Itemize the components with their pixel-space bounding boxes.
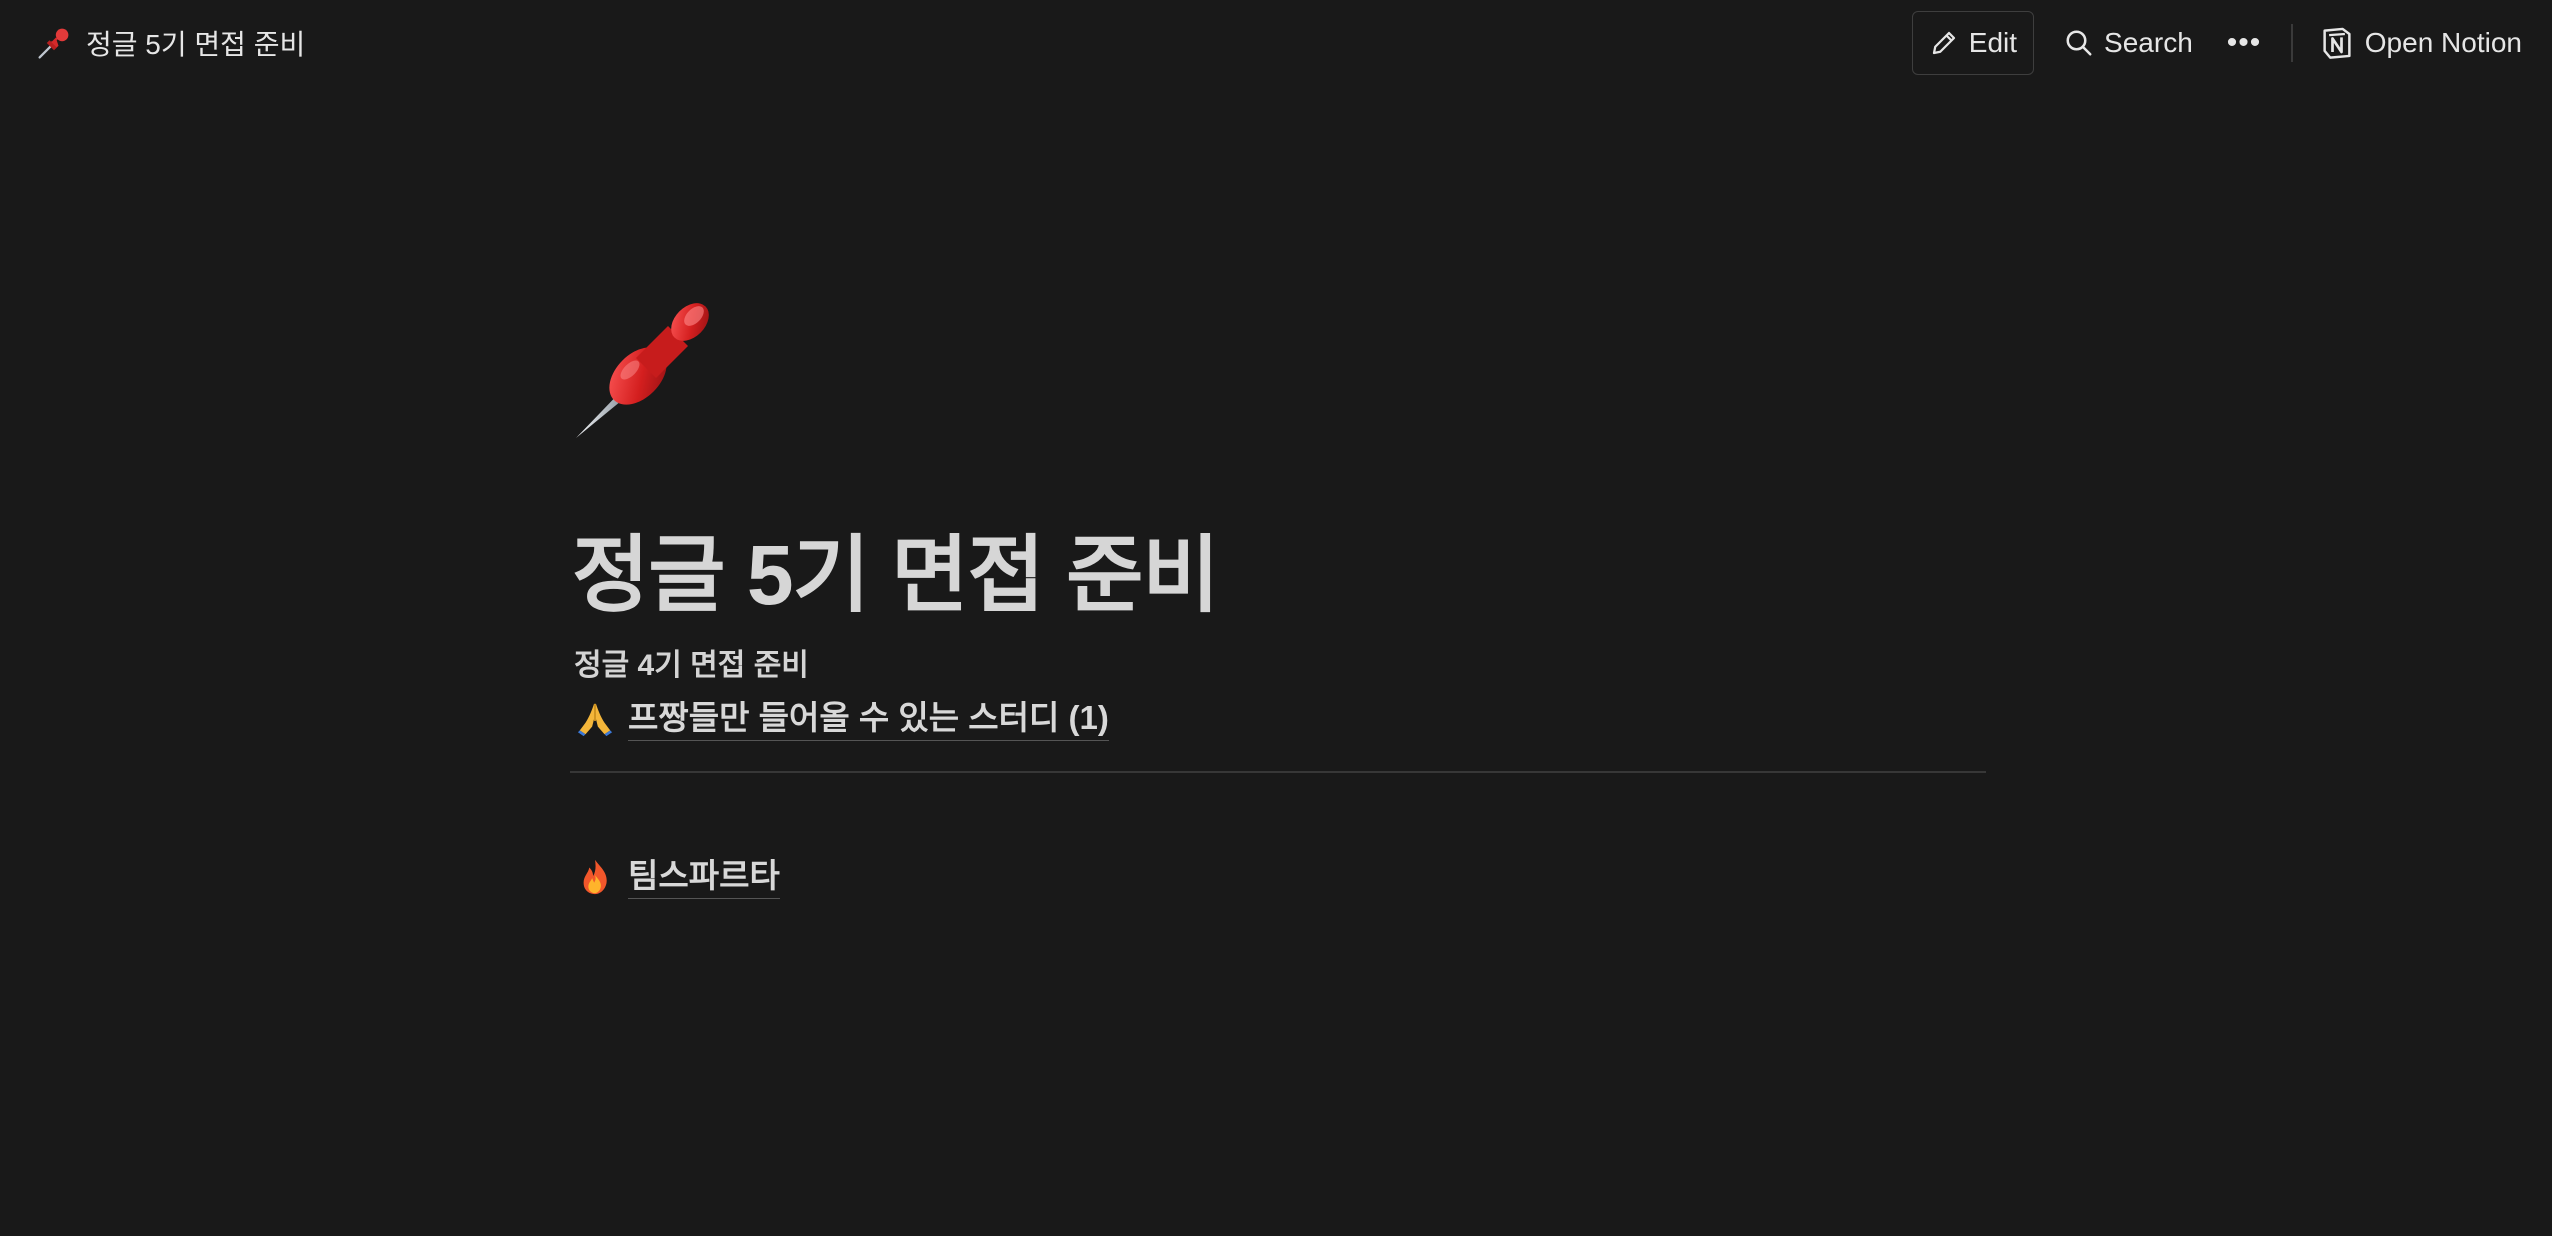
pushpin-icon[interactable] bbox=[570, 280, 734, 444]
divider bbox=[570, 771, 1986, 773]
page-title: 정글 5기 면접 준비 bbox=[572, 528, 1220, 622]
subheading: 정글 4기 면접 준비 bbox=[574, 649, 809, 682]
page-link-teamsparta[interactable]: 팀스파르타 bbox=[576, 856, 780, 899]
search-label: Search bbox=[2104, 27, 2193, 58]
notion-logo-icon bbox=[2319, 25, 2355, 61]
page-link-label: 프짱들만 들어올 수 있는 스터디 (1) bbox=[628, 698, 1109, 741]
folded-hands-icon bbox=[576, 700, 614, 738]
toolbar-divider bbox=[2291, 24, 2293, 62]
ellipsis-icon: ••• bbox=[2226, 26, 2262, 59]
edit-label: Edit bbox=[1968, 27, 2018, 58]
pushpin-icon bbox=[36, 25, 72, 61]
page-link-study[interactable]: 프짱들만 들어올 수 있는 스터디 (1) bbox=[576, 698, 1109, 741]
pencil-icon bbox=[1929, 28, 1959, 58]
more-options-button[interactable]: ••• bbox=[2211, 11, 2278, 75]
open-notion-label: Open Notion bbox=[2364, 27, 2522, 58]
search-button[interactable]: Search bbox=[2048, 11, 2209, 75]
open-notion-button[interactable]: Open Notion bbox=[2307, 11, 2522, 75]
top-bar: 정글 5기 면접 준비 Edit Search ••• Open Notion bbox=[0, 0, 2552, 86]
edit-button[interactable]: Edit bbox=[1911, 11, 2035, 75]
breadcrumb-title: 정글 5기 면접 준비 bbox=[86, 29, 306, 60]
topbar-actions: Edit Search ••• Open Notion bbox=[1911, 11, 2522, 75]
page-link-label: 팀스파르타 bbox=[628, 856, 780, 899]
search-icon bbox=[2064, 28, 2094, 58]
breadcrumb[interactable]: 정글 5기 면접 준비 bbox=[36, 23, 305, 63]
fire-icon bbox=[576, 858, 614, 896]
